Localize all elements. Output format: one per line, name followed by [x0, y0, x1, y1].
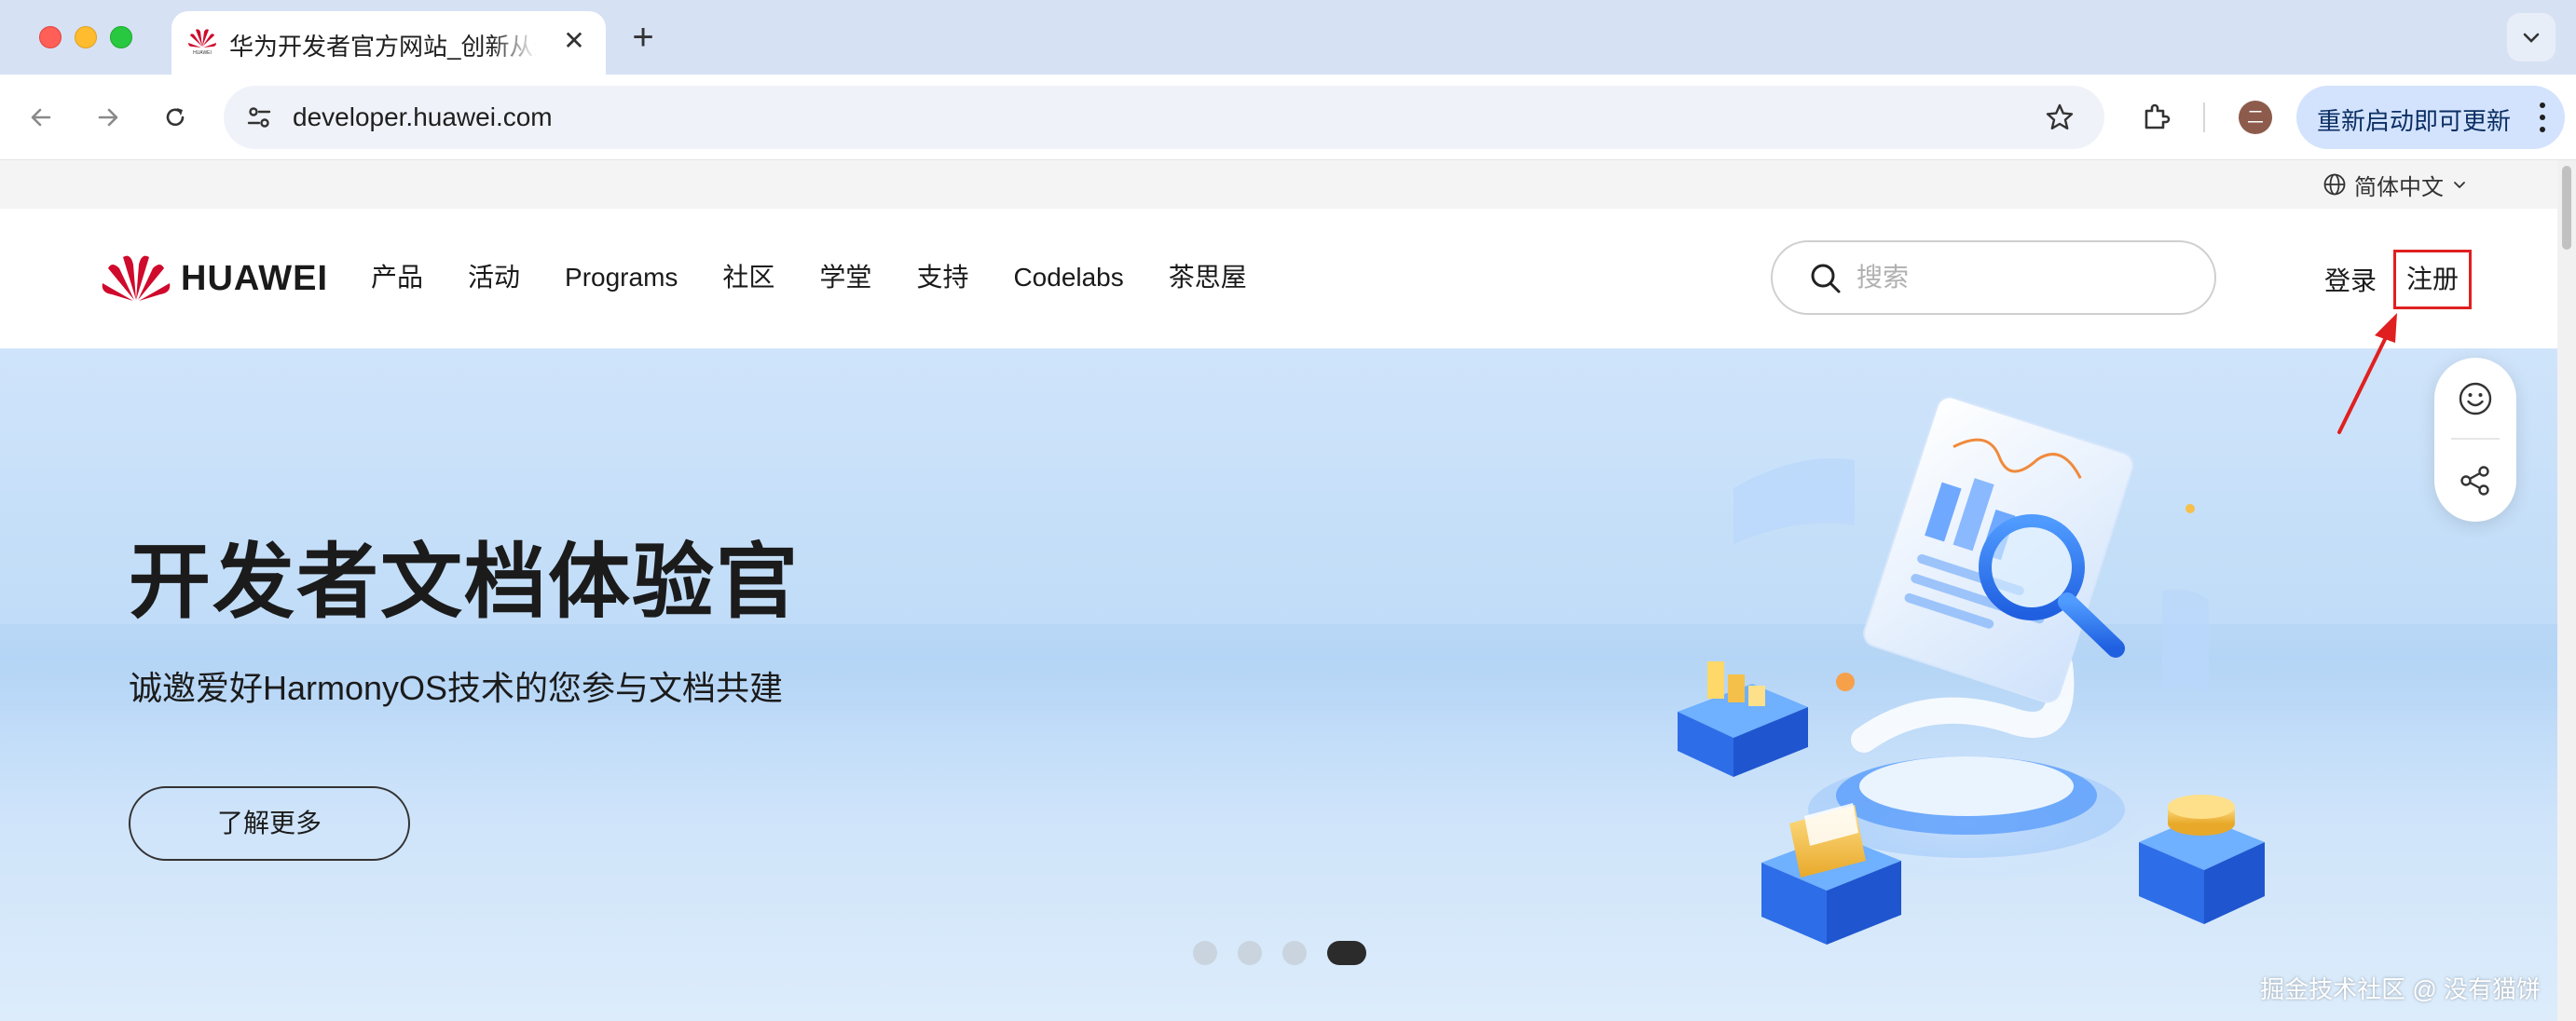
- feedback-button[interactable]: [2455, 378, 2496, 419]
- nav-item-events[interactable]: 活动: [468, 257, 520, 298]
- nav-item-codelabs[interactable]: Codelabs: [1013, 257, 1123, 298]
- share-icon: [2460, 466, 2489, 496]
- search-input[interactable]: [1857, 259, 2192, 296]
- forward-button[interactable]: [86, 95, 130, 140]
- site-info-button[interactable]: [240, 99, 278, 136]
- svg-text:HUAWEI: HUAWEI: [193, 50, 212, 56]
- share-button[interactable]: [2455, 460, 2496, 501]
- login-link[interactable]: 登录: [2324, 261, 2377, 298]
- site-header: HUAWEI 产品 活动 Programs 社区 学堂 支持 Codelabs …: [0, 209, 2557, 348]
- browser-tab-active[interactable]: HUAWEI 华为开发者官方网站_创新从这里开始 ✕: [171, 11, 606, 75]
- panel-divider: [2451, 438, 2500, 440]
- smile-icon: [2459, 382, 2492, 415]
- update-label: 重新启动即可更新: [2317, 107, 2512, 135]
- bookmark-star-icon: [2046, 103, 2074, 129]
- new-tab-button[interactable]: +: [623, 17, 664, 58]
- back-arrow-icon: [31, 108, 51, 127]
- chevron-down-icon: [2454, 182, 2465, 189]
- nav-item-programs[interactable]: Programs: [565, 257, 678, 298]
- address-bar[interactable]: developer.huawei.com: [224, 86, 2104, 149]
- globe-icon: [2323, 173, 2346, 196]
- search-box[interactable]: [1771, 240, 2216, 315]
- page-scrollbar[interactable]: [2557, 160, 2576, 1021]
- hero-subtitle: 诚邀爱好HarmonyOS技术的您参与文档共建: [129, 669, 784, 707]
- bookmark-button[interactable]: [2041, 99, 2078, 136]
- huawei-logo[interactable]: HUAWEI: [101, 252, 328, 306]
- carousel-dot[interactable]: [1282, 941, 1307, 965]
- nav-item-community[interactable]: 社区: [722, 257, 774, 298]
- huawei-flower-icon: [102, 255, 171, 301]
- huawei-favicon-icon: HUAWEI: [188, 29, 216, 56]
- language-label: 简体中文: [2354, 174, 2444, 200]
- language-selector[interactable]: 简体中文: [2323, 168, 2468, 201]
- carousel-dot[interactable]: [1193, 941, 1217, 965]
- toolbar-divider: [2203, 102, 2205, 132]
- watermark-text: 掘金技术社区 @ 没有猫饼: [2260, 975, 2541, 1003]
- nav-item-academy[interactable]: 学堂: [819, 257, 871, 298]
- browser-toolbar: developer.huawei.com 二 重新启动即可更新: [0, 75, 2576, 160]
- url-text[interactable]: developer.huawei.com: [293, 102, 553, 132]
- floating-action-panel: [2434, 358, 2516, 522]
- nav-item-support[interactable]: 支持: [916, 257, 968, 298]
- carousel-indicators: [1193, 941, 1366, 965]
- tab-title: 华为开发者官方网站_创新从这里开始: [229, 33, 537, 61]
- tab-search-button[interactable]: [2507, 13, 2555, 61]
- site-info-icon: [247, 107, 271, 128]
- logo-text: HUAWEI: [181, 258, 328, 298]
- learn-more-button[interactable]: 了解更多: [129, 786, 410, 861]
- utility-bar: 简体中文: [0, 160, 2557, 209]
- search-icon: [1811, 264, 1841, 293]
- tab-close-button[interactable]: ✕: [557, 24, 591, 58]
- nav-item-products[interactable]: 产品: [371, 257, 423, 298]
- forward-arrow-icon: [98, 108, 118, 127]
- window-minimize-button[interactable]: [75, 26, 97, 48]
- web-page: 简体中文 HUAWEI 产品 活动 Programs 社区 学堂 支持 Code…: [0, 160, 2557, 1021]
- nav-item-tea-house[interactable]: 茶思屋: [1169, 257, 1247, 298]
- hero-title: 开发者文档体验官: [129, 534, 801, 630]
- profile-avatar[interactable]: 二: [2239, 101, 2272, 134]
- window-zoom-button[interactable]: [110, 26, 132, 48]
- annotation-arrow: [2337, 313, 2397, 434]
- hero-banner: 开发者文档体验官 诚邀爱好HarmonyOS技术的您参与文档共建 了解更多 掘金…: [0, 348, 2557, 1021]
- reload-icon: [166, 108, 185, 127]
- window-close-button[interactable]: [39, 26, 62, 48]
- scrollbar-thumb[interactable]: [2562, 166, 2571, 250]
- relaunch-update-button[interactable]: 重新启动即可更新: [2296, 86, 2565, 149]
- carousel-dot-active[interactable]: [1327, 941, 1366, 965]
- kebab-menu-icon[interactable]: [2533, 99, 2552, 136]
- extensions-button[interactable]: [2134, 95, 2179, 140]
- chevron-down-icon: [2523, 33, 2540, 43]
- reload-button[interactable]: [153, 95, 198, 140]
- carousel-dot[interactable]: [1238, 941, 1262, 965]
- extensions-icon: [2144, 103, 2171, 129]
- browser-tab-strip: HUAWEI 华为开发者官方网站_创新从这里开始 ✕ +: [0, 0, 2576, 75]
- main-nav: 产品 活动 Programs 社区 学堂 支持 Codelabs 茶思屋: [371, 257, 1292, 298]
- back-button[interactable]: [19, 95, 63, 140]
- hero-illustration: [1678, 396, 2265, 945]
